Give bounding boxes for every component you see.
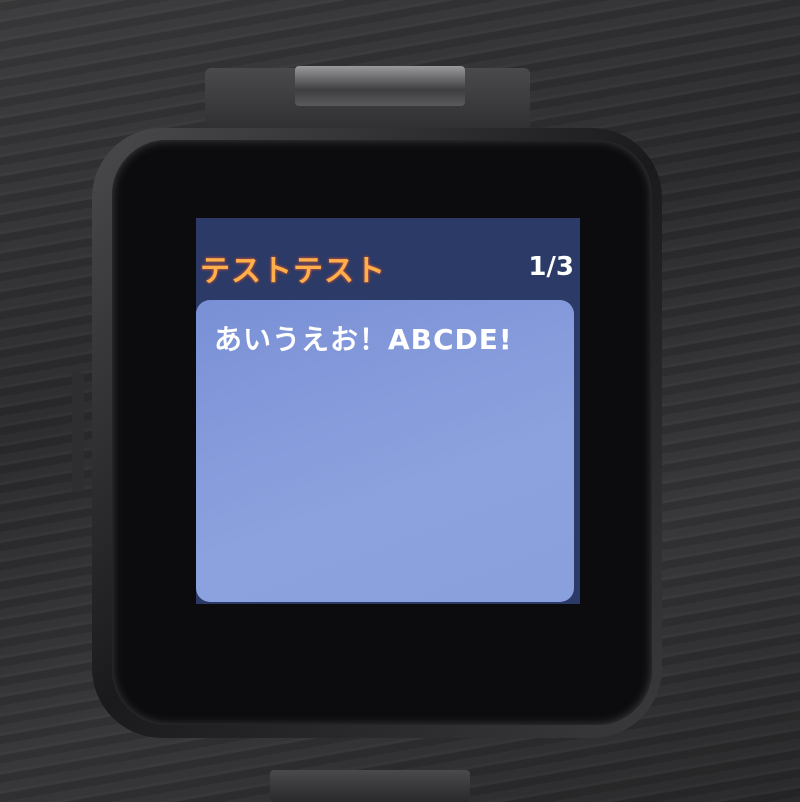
watch-screen: テストテスト 1/3 あいうえお！ABCDE! — [196, 218, 580, 604]
watch-side-button[interactable] — [72, 372, 84, 492]
strap-clasp — [295, 66, 465, 106]
notification-title: テストテスト — [200, 254, 386, 289]
message-text: あいうえお！ABCDE! — [214, 323, 513, 356]
watch-strap-bottom — [270, 770, 470, 802]
page-indicator: 1/3 — [528, 252, 574, 282]
message-card[interactable]: あいうえお！ABCDE! — [196, 300, 574, 602]
